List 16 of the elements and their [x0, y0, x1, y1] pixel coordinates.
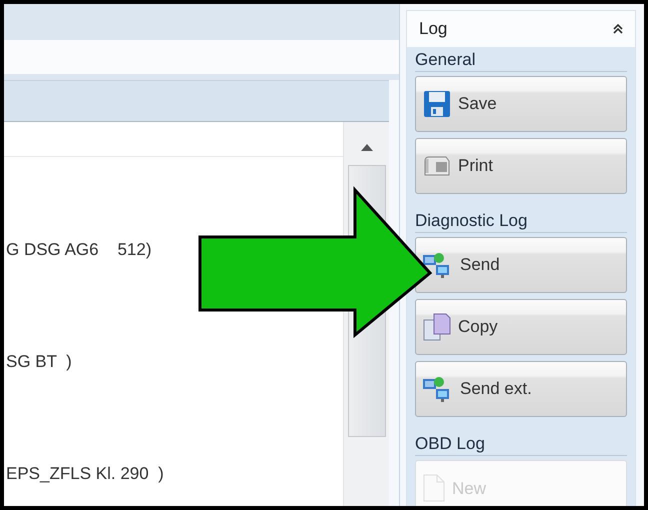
copy-documents-icon: [422, 312, 452, 342]
collapse-icon[interactable]: [613, 23, 623, 35]
log-action-button[interactable]: Copy: [415, 299, 627, 356]
section-title: General: [415, 49, 627, 72]
section-title: OBD Log: [415, 433, 627, 456]
section-title: Diagnostic Log: [415, 210, 627, 234]
log-action-button[interactable]: Send: [415, 237, 627, 294]
log-action-button[interactable]: Save: [415, 76, 627, 132]
panel-title: Log: [419, 18, 448, 40]
list-row-text: SG BT ): [6, 352, 72, 371]
list-row-text: G DSG AG6 512): [6, 240, 152, 259]
list-row-text: EPS_ZFLS Kl. 290 ): [6, 464, 164, 483]
scroll-up-icon[interactable]: [360, 144, 372, 151]
blank-document-icon: [422, 473, 446, 504]
log-action-button[interactable]: Send ext.: [415, 361, 627, 418]
log-action-button[interactable]: Print: [415, 138, 627, 194]
